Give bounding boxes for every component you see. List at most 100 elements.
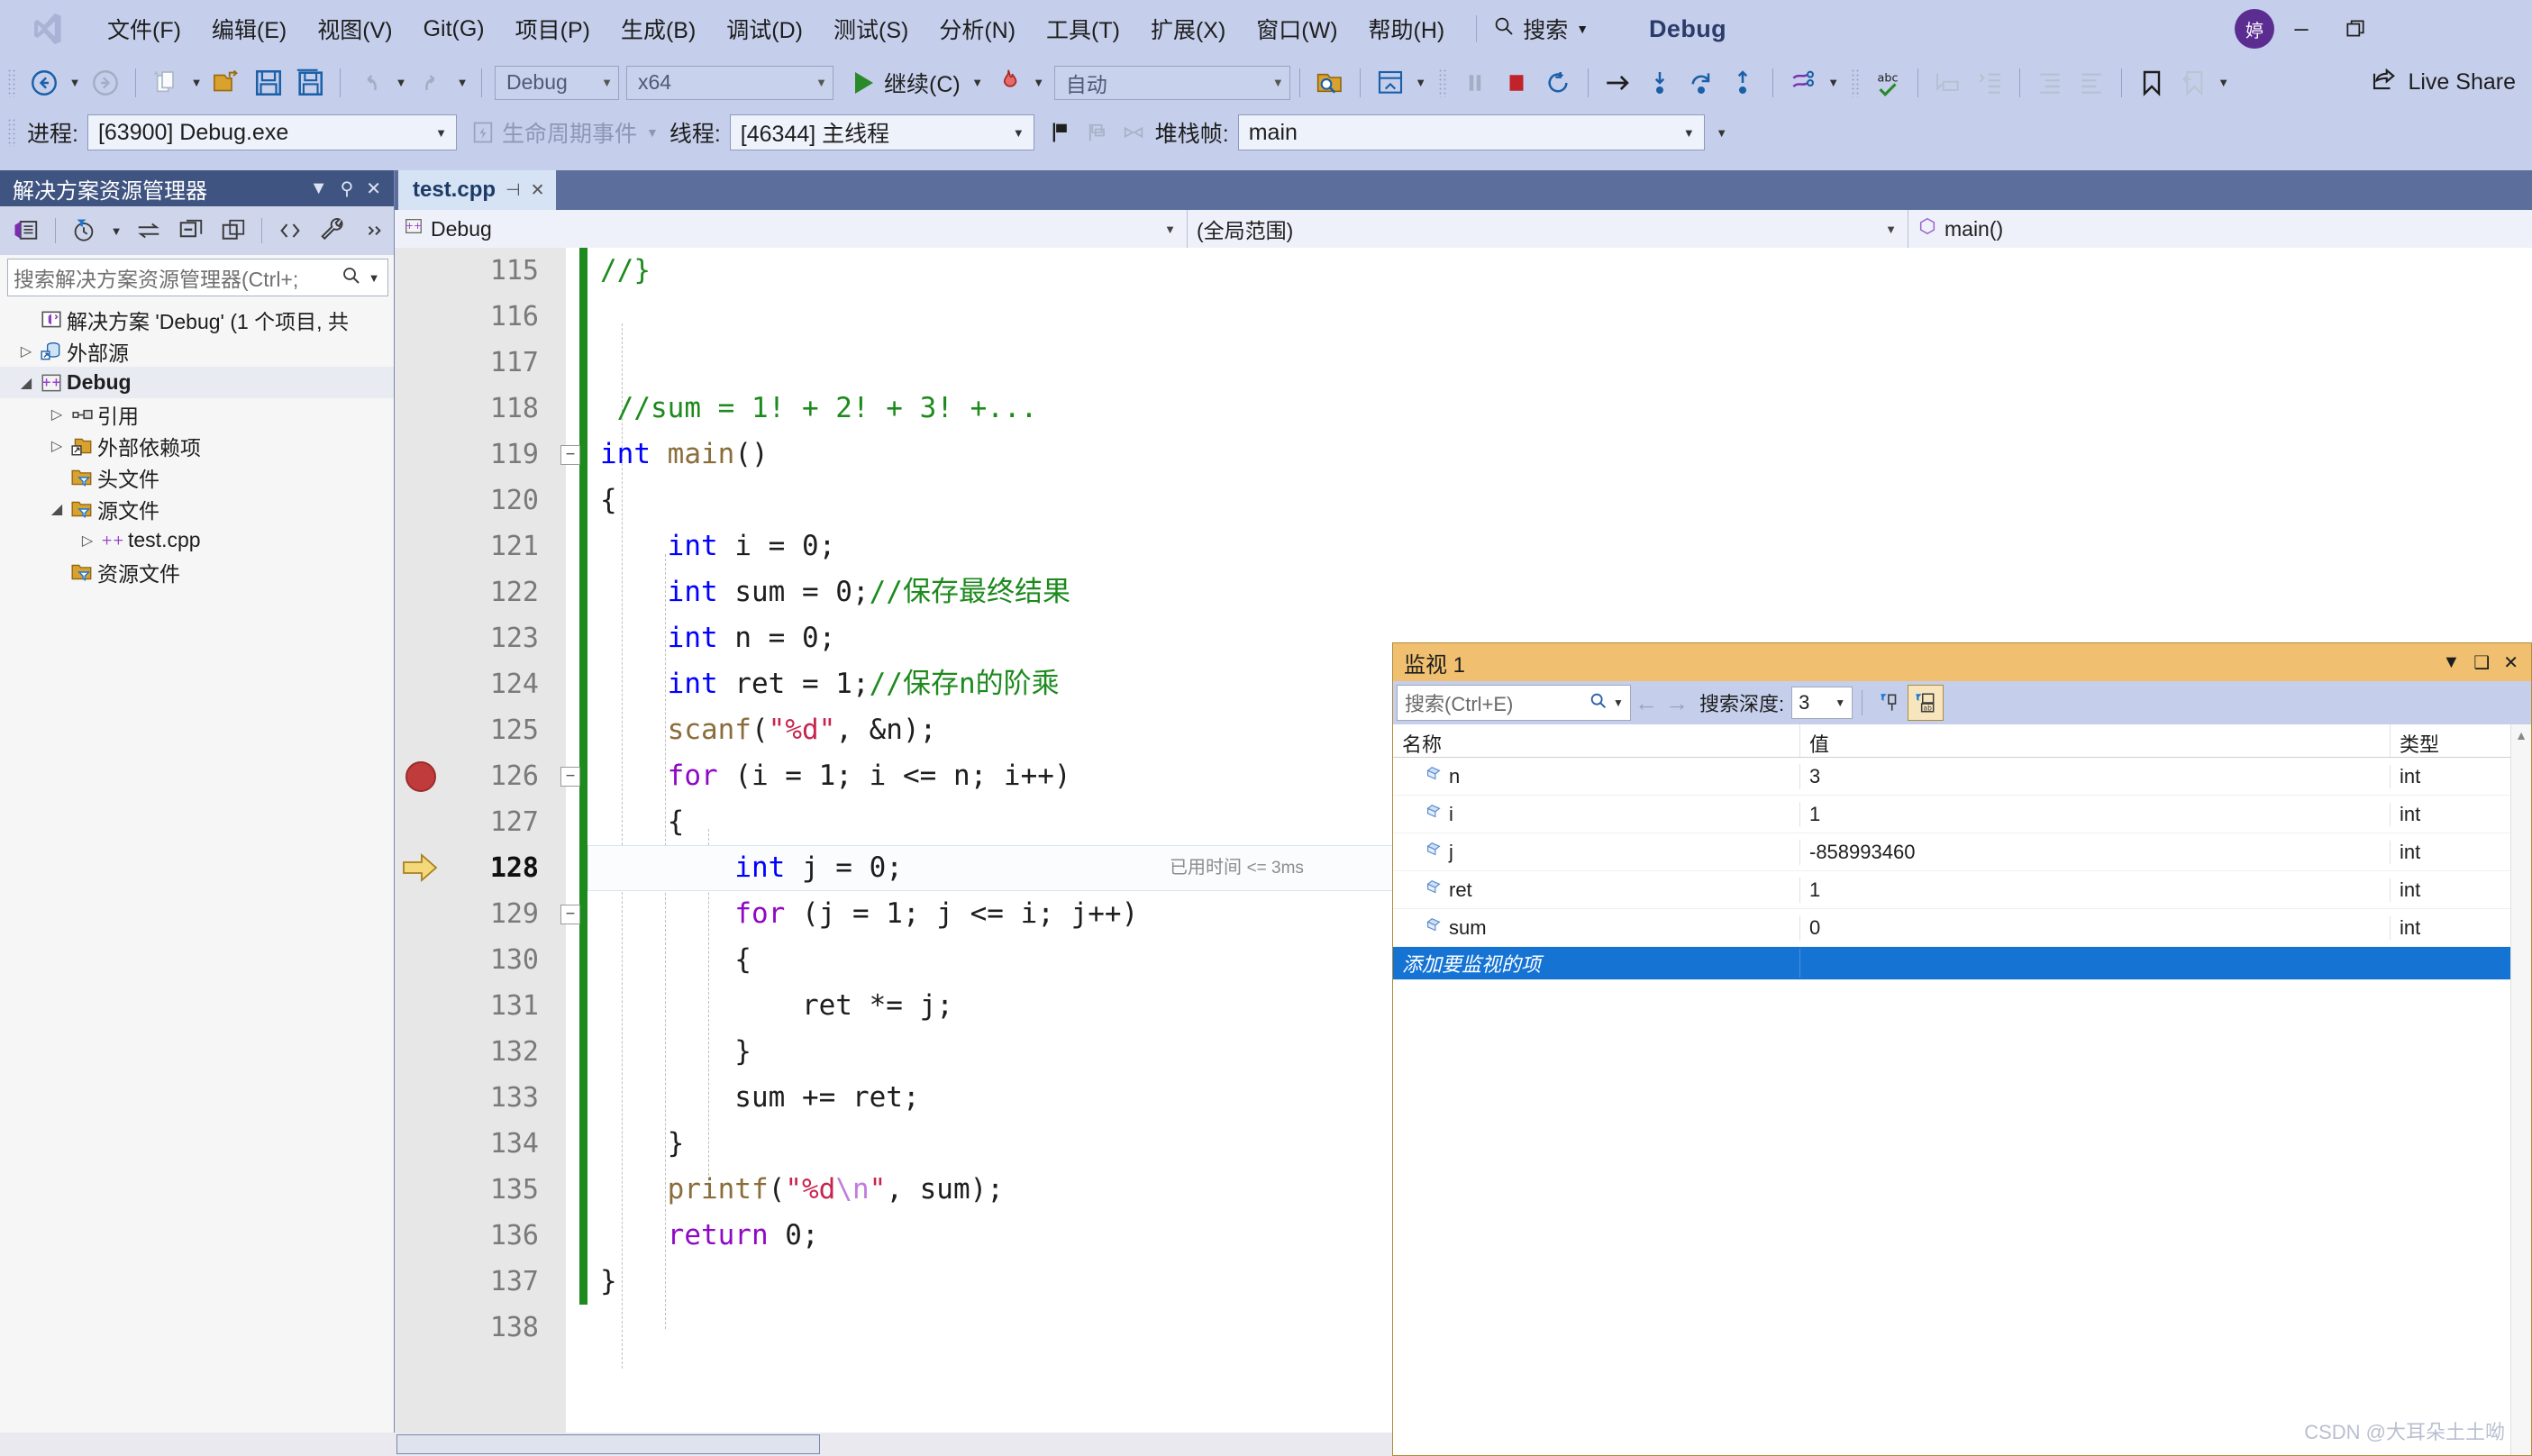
tree-expander[interactable]: ◢ (47, 500, 67, 518)
restore-button[interactable] (2328, 0, 2382, 58)
navigate-back-icon[interactable] (23, 63, 65, 103)
toolbar-grip-3[interactable] (1850, 68, 1860, 97)
tree-item-references[interactable]: ▷ 引用 (0, 398, 394, 430)
search-filter-dropdown-icon[interactable]: ▼ (362, 271, 386, 285)
tab-test-cpp[interactable]: test.cpp ⊣ ✕ (398, 170, 556, 210)
scroll-up-arrow-icon[interactable]: ▲ (2511, 724, 2531, 742)
stackframe-select[interactable]: main ▼ (1237, 114, 1705, 150)
avatar[interactable]: 婷 (2235, 9, 2274, 49)
tree-item-source-files[interactable]: ◢ 源文件 (0, 493, 394, 524)
column-header-name[interactable]: 名称 (1393, 724, 1800, 757)
code-line[interactable]: 117 (395, 340, 2532, 386)
flag-icon[interactable] (1043, 120, 1079, 145)
watch-value-cell[interactable]: 1 (1800, 878, 2391, 902)
menu-item-project[interactable]: 项目(P) (500, 7, 606, 50)
watch-row[interactable]: ret 1 int (1393, 871, 2531, 909)
threads-icon[interactable] (1782, 63, 1824, 103)
filter-dropdown-icon[interactable]: ▼ (106, 211, 125, 250)
chevron-down-icon[interactable]: ▼ (646, 125, 659, 140)
tree-item-test-cpp[interactable]: ▷ ++ test.cpp (0, 524, 394, 556)
step-into-icon[interactable] (1639, 63, 1680, 103)
menu-item-extensions[interactable]: 扩展(X) (1135, 7, 1241, 50)
process-select[interactable]: [63900] Debug.exe ▼ (87, 114, 457, 150)
pin-icon[interactable]: ⚲ (341, 177, 354, 200)
menu-item-build[interactable]: 生成(B) (606, 7, 711, 50)
code-line[interactable]: 122 int sum = 0;//保存最终结果 (395, 569, 2532, 615)
code-line[interactable]: 116 (395, 294, 2532, 340)
continue-button[interactable]: 继续(C) (848, 67, 968, 99)
toolbar-grip[interactable] (7, 68, 16, 97)
home-solution-icon[interactable] (7, 211, 46, 250)
window-overflow-icon[interactable]: ▼ (1411, 63, 1431, 103)
debugbar-overflow-icon[interactable]: ▼ (1712, 113, 1732, 152)
debug-target-select[interactable]: 自动 ▼ (1053, 65, 1290, 100)
procbar-grip[interactable] (7, 118, 16, 147)
save-all-icon[interactable] (289, 63, 331, 103)
show-all-files-icon[interactable] (214, 211, 252, 250)
magnifier-icon[interactable] (1589, 691, 1608, 715)
tree-item-external-dependencies[interactable]: ▷ 外部依赖项 (0, 430, 394, 461)
watch-name-cell[interactable]: j (1393, 839, 1800, 865)
code-line[interactable]: 115 //} (395, 248, 2532, 294)
new-item-dropdown-icon[interactable]: ▼ (187, 63, 206, 103)
overflow-icon[interactable] (355, 211, 394, 250)
chevron-down-icon[interactable]: ▼ (2443, 652, 2461, 673)
toolbar-overflow-icon[interactable]: ▼ (2214, 63, 2234, 103)
menu-item-help[interactable]: 帮助(H) (1353, 7, 1461, 50)
hot-reload-flame-icon[interactable] (988, 63, 1029, 103)
threads-overflow-icon[interactable]: ▼ (1824, 63, 1844, 103)
watch-add-row[interactable]: 添加要监视的项 (1393, 947, 2531, 980)
add-watch-label[interactable]: 添加要监视的项 (1393, 949, 1800, 978)
sync-views-icon[interactable] (130, 211, 168, 250)
tree-expander[interactable]: ▷ (47, 437, 67, 455)
fold-toggle-icon[interactable]: − (560, 767, 580, 787)
preview-window-icon[interactable] (1370, 63, 1411, 103)
scope-select[interactable]: (全局范围) ▼ (1188, 210, 1908, 248)
toolbar-grip-2[interactable] (1437, 68, 1447, 97)
restart-circular-icon[interactable] (1537, 63, 1579, 103)
collapse-all-icon[interactable] (171, 211, 210, 250)
watch-search-input[interactable]: 搜索(Ctrl+E) ▼ (1397, 685, 1631, 721)
watch-row[interactable]: sum 0 int (1393, 909, 2531, 947)
project-context-select[interactable]: ++ Debug ▼ (395, 210, 1188, 248)
tree-expander[interactable]: ◢ (16, 374, 36, 392)
tree-item-solution[interactable]: 解决方案 'Debug' (1 个项目, 共 (0, 304, 394, 335)
member-select[interactable]: main() (1908, 210, 2532, 248)
float-window-icon[interactable]: ❑ (2473, 651, 2490, 674)
tree-item-resource-files[interactable]: 资源文件 (0, 556, 394, 587)
chevron-down-icon[interactable]: ▼ (310, 178, 328, 199)
menu-item-file[interactable]: 文件(F) (92, 7, 196, 50)
solution-search-input[interactable]: 搜索解决方案资源管理器(Ctrl+; ▼ (7, 259, 388, 296)
back-dropdown-icon[interactable]: ▼ (65, 63, 85, 103)
live-share-button[interactable]: Live Share (2370, 58, 2516, 107)
fold-toggle-icon[interactable]: − (560, 445, 580, 465)
code-line[interactable]: 118 //sum = 1! + 2! + 3! +... (395, 386, 2532, 432)
browse-folder-icon[interactable] (1309, 63, 1351, 103)
code-view-icon[interactable] (271, 211, 310, 250)
watch-name-cell[interactable]: n (1393, 763, 1800, 789)
minimize-button[interactable] (2274, 0, 2328, 58)
code-line[interactable]: 121 int i = 0; (395, 523, 2532, 569)
pin-icon[interactable]: ⊣ (505, 180, 521, 201)
menu-item-analyze[interactable]: 分析(N) (924, 7, 1031, 50)
menu-item-edit[interactable]: 编辑(E) (196, 7, 302, 50)
save-icon[interactable] (248, 63, 289, 103)
hexadecimal-display-icon[interactable]: ab (1908, 685, 1945, 721)
properties-wrench-icon[interactable] (314, 211, 352, 250)
tree-item-header-files[interactable]: 头文件 (0, 461, 394, 493)
tree-item-debug-project[interactable]: ◢ ++ Debug (0, 367, 394, 398)
watch-name-cell[interactable]: i (1393, 801, 1800, 827)
code-line[interactable]: 120 { (395, 478, 2532, 523)
thread-select[interactable]: [46344] 主线程 ▼ (729, 114, 1034, 150)
menu-item-debug[interactable]: 调试(D) (711, 7, 818, 50)
scrollbar-thumb[interactable] (396, 1434, 820, 1454)
watch-name-cell[interactable]: sum (1393, 915, 1800, 941)
pin-column-icon[interactable] (1872, 685, 1908, 721)
close-icon[interactable]: ✕ (366, 177, 381, 200)
pending-changes-filter-icon[interactable] (65, 211, 104, 250)
menu-item-test[interactable]: 测试(S) (818, 7, 924, 50)
magnifier-icon[interactable] (341, 265, 362, 291)
tree-expander[interactable]: ▷ (77, 532, 97, 550)
watch-row[interactable]: n 3 int (1393, 758, 2531, 796)
search-depth-select[interactable]: 3 ▼ (1791, 687, 1853, 719)
